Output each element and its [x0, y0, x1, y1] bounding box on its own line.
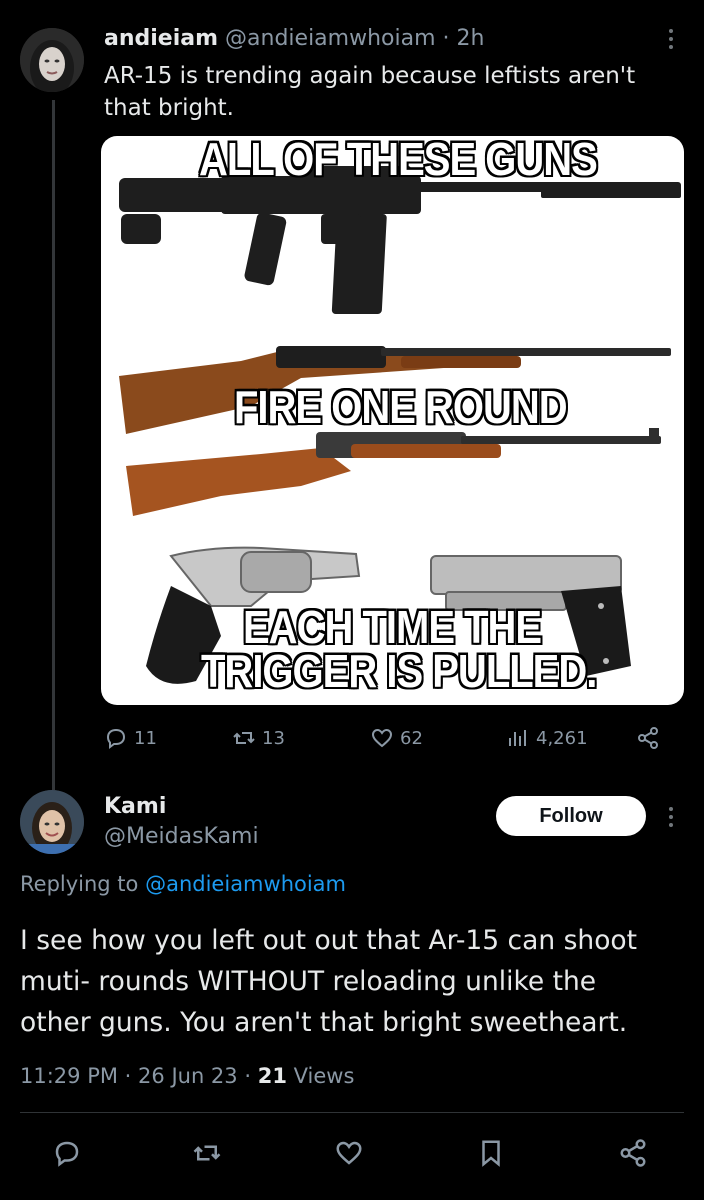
reply-text-line: other guns. You aren't that bright sweet…	[20, 1007, 628, 1038]
analytics-icon	[509, 730, 526, 746]
bookmark-icon	[482, 1140, 500, 1167]
reply-author-name[interactable]: Kami	[104, 792, 259, 822]
reply-action[interactable]: 11	[104, 726, 157, 750]
reply-text-line: I see how you left out out that Ar-15 ca…	[20, 925, 638, 956]
andieiam-avatar[interactable]	[20, 28, 84, 92]
meme-caption-bottom-2: TRIGGER IS PULLED.	[201, 646, 597, 698]
heart-icon	[336, 1141, 362, 1165]
author-name[interactable]: andieiam	[104, 26, 218, 51]
replying-to-prefix: Replying to	[20, 872, 139, 896]
repost-button[interactable]	[192, 1138, 222, 1172]
thread-line	[52, 100, 55, 790]
repost-action[interactable]: 13	[232, 726, 285, 750]
reply-count: 11	[134, 727, 157, 749]
post-text-line: AR-15 is trending again because leftists…	[104, 63, 636, 89]
share-action[interactable]	[636, 726, 660, 750]
kami-avatar[interactable]	[20, 790, 84, 854]
follow-button[interactable]: Follow	[496, 796, 646, 836]
reply-time[interactable]: 11:29 PM	[20, 1064, 118, 1088]
reply-text-line: muti- rounds WITHOUT reloading unlike th…	[20, 966, 597, 997]
header-separator: ·	[442, 26, 450, 51]
divider	[20, 1112, 684, 1113]
post-header: andieiam @andieiamwhoiam · 2h	[104, 26, 484, 51]
author-handle[interactable]: @andieiamwhoiam	[225, 26, 435, 51]
post-text-line: that bright.	[104, 95, 234, 121]
replying-to-handle[interactable]: @andieiamwhoiam	[145, 872, 346, 896]
reply-views-count: 21	[257, 1064, 287, 1088]
reply-views-label: Views	[293, 1064, 355, 1088]
share-icon	[638, 727, 658, 749]
meme-caption-top: ALL OF THESE GUNS	[199, 136, 598, 186]
meta-separator: ·	[244, 1064, 252, 1088]
like-action[interactable]: 62	[370, 726, 423, 750]
share-button[interactable]	[618, 1138, 648, 1172]
repost-icon	[233, 732, 255, 744]
reply-author-handle[interactable]: @MeidasKami	[104, 822, 259, 852]
repost-icon	[193, 1145, 221, 1161]
meme-image[interactable]: ALL OF THESE GUNS FIRE ONE ROUND EACH TI…	[101, 136, 684, 705]
post-text: AR-15 is trending again because leftists…	[104, 60, 635, 124]
views-action[interactable]: 4,261	[506, 726, 588, 750]
reply-more-options-icon[interactable]	[668, 806, 674, 832]
reply-author: Kami @MeidasKami	[104, 792, 259, 852]
meme-caption-middle: FIRE ONE ROUND	[234, 382, 568, 434]
reply-icon	[55, 1141, 79, 1167]
heart-icon	[371, 728, 393, 748]
reply-icon	[106, 728, 126, 749]
reply-date[interactable]: 26 Jun 23	[138, 1064, 238, 1088]
reply-meta: 11:29 PM · 26 Jun 23 · 21 Views	[20, 1064, 354, 1088]
share-icon	[620, 1139, 646, 1167]
reply-text: I see how you left out out that Ar-15 ca…	[20, 920, 637, 1043]
like-button[interactable]	[334, 1138, 364, 1172]
views-count: 4,261	[536, 727, 588, 749]
like-count: 62	[400, 727, 423, 749]
meta-separator: ·	[124, 1064, 132, 1088]
post-time[interactable]: 2h	[457, 26, 485, 51]
bookmark-button[interactable]	[476, 1138, 506, 1172]
reply-button[interactable]	[52, 1138, 82, 1172]
replying-to: Replying to @andieiamwhoiam	[20, 872, 346, 896]
repost-count: 13	[262, 727, 285, 749]
more-options-icon[interactable]	[664, 28, 678, 50]
